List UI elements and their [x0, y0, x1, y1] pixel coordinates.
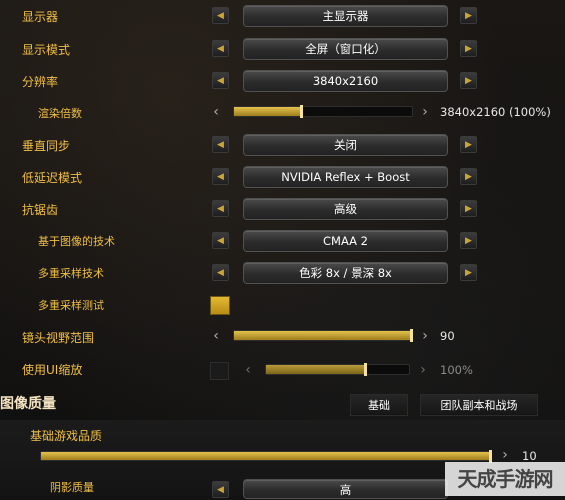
fov-slider[interactable] [233, 329, 413, 342]
chevron-right-icon[interactable]: › [420, 328, 430, 344]
arrow-right-icon: ▶ [465, 139, 472, 150]
tab-raid-battleground[interactable]: 团队副本和战场 [420, 394, 538, 416]
arrow-right-icon: ▶ [465, 267, 472, 278]
slider-knob[interactable] [364, 363, 368, 376]
arrow-right-icon: ▶ [465, 43, 472, 54]
shadow-dropdown[interactable]: 高 [243, 479, 448, 499]
chevron-left-icon[interactable]: ‹ [243, 362, 253, 378]
label-multisample-test: 多重采样测试 [38, 299, 104, 312]
arrow-left-icon: ◀ [217, 10, 224, 21]
next-resolution-button[interactable]: ▶ [460, 72, 477, 89]
arrow-right-icon: ▶ [465, 235, 472, 246]
next-multisample-button[interactable]: ▶ [460, 264, 477, 281]
render-scale-slider[interactable] [233, 105, 413, 118]
arrow-right-icon: ▶ [465, 10, 472, 21]
arrow-left-icon: ◀ [217, 139, 224, 150]
prev-image-tech-button[interactable]: ◀ [212, 232, 229, 249]
antialiasing-dropdown[interactable]: 高级 [243, 198, 448, 220]
prev-resolution-button[interactable]: ◀ [212, 72, 229, 89]
chevron-right-icon[interactable]: › [500, 447, 510, 463]
label-antialiasing: 抗锯齿 [22, 203, 59, 217]
prev-display-mode-button[interactable]: ◀ [212, 40, 229, 57]
label-low-latency: 低延迟模式 [22, 171, 83, 185]
multisample-dropdown[interactable]: 色彩 8x / 景深 8x [243, 262, 448, 284]
image-tech-dropdown[interactable]: CMAA 2 [243, 230, 448, 252]
arrow-left-icon: ◀ [217, 203, 224, 214]
base-quality-slider[interactable] [40, 450, 492, 463]
label-base-quality: 基础游戏品质 [30, 429, 103, 443]
next-antialiasing-button[interactable]: ▶ [460, 200, 477, 217]
label-field-of-view: 镜头视野范围 [22, 331, 95, 345]
arrow-left-icon: ◀ [217, 484, 224, 495]
arrow-right-icon: ▶ [465, 171, 472, 182]
display-mode-dropdown[interactable]: 全屏（窗口化） [243, 38, 448, 60]
ui-scale-value: 100% [440, 363, 473, 377]
arrow-left-icon: ◀ [217, 171, 224, 182]
section-title: 图像质量 [0, 396, 56, 412]
tab-basic[interactable]: 基础 [350, 394, 408, 416]
next-image-tech-button[interactable]: ▶ [460, 232, 477, 249]
prev-vsync-button[interactable]: ◀ [212, 136, 229, 153]
next-vsync-button[interactable]: ▶ [460, 136, 477, 153]
fov-fill [234, 331, 412, 340]
label-vsync: 垂直同步 [22, 139, 71, 153]
arrow-left-icon: ◀ [217, 235, 224, 246]
prev-shadow-button[interactable]: ◀ [212, 481, 229, 498]
monitor-dropdown[interactable]: 主显示器 [243, 5, 448, 27]
render-scale-value: 3840x2160 (100%) [440, 105, 551, 119]
prev-multisample-button[interactable]: ◀ [212, 264, 229, 281]
label-resolution: 分辨率 [22, 75, 59, 89]
ui-scale-slider[interactable] [265, 363, 410, 376]
ui-scale-fill [266, 365, 367, 374]
next-display-mode-button[interactable]: ▶ [460, 40, 477, 57]
arrow-right-icon: ▶ [465, 75, 472, 86]
label-shadow-quality: 阴影质量 [50, 481, 94, 494]
prev-low-latency-button[interactable]: ◀ [212, 168, 229, 185]
watermark: 天成手游网 [445, 462, 565, 496]
prev-monitor-button[interactable]: ◀ [212, 7, 229, 24]
resolution-dropdown[interactable]: 3840x2160 [243, 70, 448, 92]
prev-antialiasing-button[interactable]: ◀ [212, 200, 229, 217]
label-image-based-tech: 基于图像的技术 [38, 235, 115, 248]
arrow-right-icon: ▶ [465, 203, 472, 214]
label-ui-scale: 使用UI缩放 [22, 363, 83, 377]
slider-knob[interactable] [410, 329, 413, 342]
arrow-left-icon: ◀ [217, 75, 224, 86]
label-monitor: 显示器 [22, 10, 59, 24]
label-display-mode: 显示模式 [22, 43, 71, 57]
arrow-left-icon: ◀ [217, 267, 224, 278]
chevron-right-icon[interactable]: › [418, 362, 428, 378]
render-scale-fill [234, 107, 302, 116]
slider-knob[interactable] [299, 105, 303, 118]
vsync-dropdown[interactable]: 关闭 [243, 134, 448, 156]
ui-scale-checkbox[interactable] [210, 362, 229, 380]
chevron-left-icon[interactable]: ‹ [211, 328, 221, 344]
label-render-scale: 渲染倍数 [38, 107, 82, 120]
next-monitor-button[interactable]: ▶ [460, 7, 477, 24]
fov-value: 90 [440, 329, 455, 343]
arrow-left-icon: ◀ [217, 43, 224, 54]
multisample-test-checkbox[interactable] [210, 296, 230, 315]
chevron-right-icon[interactable]: › [420, 104, 430, 120]
label-multisample-tech: 多重采样技术 [38, 267, 104, 280]
next-low-latency-button[interactable]: ▶ [460, 168, 477, 185]
chevron-left-icon[interactable]: ‹ [211, 104, 221, 120]
low-latency-dropdown[interactable]: NVIDIA Reflex + Boost [243, 166, 448, 188]
base-quality-fill [41, 452, 491, 460]
